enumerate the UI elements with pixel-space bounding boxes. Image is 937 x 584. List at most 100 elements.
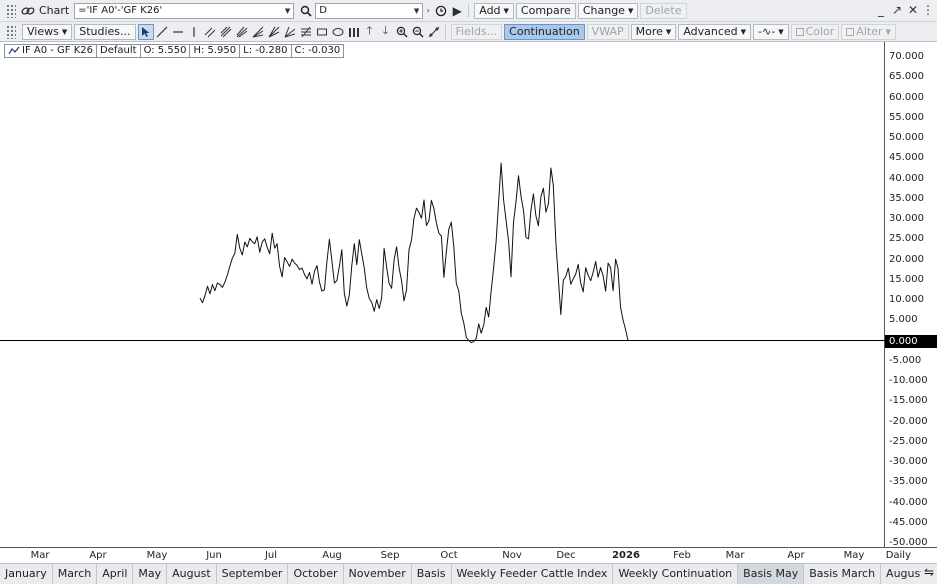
add-button-label: Add [479, 4, 501, 17]
tab-january[interactable]: January [0, 564, 53, 584]
interval-input[interactable]: D ▼ [315, 2, 424, 19]
chart-plot-area[interactable] [0, 42, 885, 547]
chevron-down-icon: ▼ [665, 27, 672, 36]
continuation-button-label: Continuation [509, 25, 580, 38]
tab-scroll-icon[interactable]: ⇋ [921, 565, 937, 579]
tab-august[interactable]: August [167, 564, 217, 584]
tab-may[interactable]: May [133, 564, 168, 584]
arrow-down-icon[interactable]: 🡓 [378, 24, 394, 40]
drag-grip-icon[interactable] [6, 24, 16, 39]
channel-icon[interactable] [218, 24, 234, 40]
x-tick-label: Oct [440, 550, 458, 561]
symbol-input[interactable]: ='IF A0'-'GF K26' ▼ [74, 2, 295, 19]
studies-button-label: Studies... [79, 25, 131, 38]
symbol-input-value[interactable]: ='IF A0'-'GF K26' [78, 5, 283, 16]
tab-october[interactable]: October [288, 564, 344, 584]
compare-button-label: Compare [520, 4, 571, 17]
more-button[interactable]: More ▼ [630, 23, 677, 40]
y-tick-label: 65.000 [889, 71, 924, 83]
chart-toolbar-top: Chart ='IF A0'-'GF K26' ▼ D ▼ › ▶ Add ▼ C… [0, 0, 937, 22]
chevron-down-icon[interactable]: ▼ [285, 7, 290, 15]
price-axis[interactable]: 70.000 65.000 60.000 55.000 50.000 45.000 40.0… [885, 42, 937, 548]
parallel-lines-icon[interactable] [202, 24, 218, 40]
fibonacci-icon[interactable] [298, 24, 314, 40]
zoom-out-icon[interactable] [410, 24, 426, 40]
fan-arcs-icon[interactable] [266, 24, 282, 40]
studies-button[interactable]: Studies... [74, 23, 136, 40]
time-axis[interactable]: Daily Mar Apr May Jun Jul Aug Sep Oct Nov Dec 2026… [0, 547, 937, 563]
cursor-sync-icon[interactable] [426, 24, 442, 40]
legend-open: O: 5.550 [139, 44, 191, 58]
y-tick-label: -20.000 [889, 415, 928, 427]
rectangle-icon[interactable] [314, 24, 330, 40]
compare-button[interactable]: Compare [515, 2, 576, 19]
horizontal-line-icon[interactable] [170, 24, 186, 40]
line-style-button[interactable]: -∿- ▼ [753, 23, 789, 40]
y-tick-label: -15.000 [889, 395, 928, 407]
fields-button[interactable]: Fields... [450, 23, 503, 40]
vwap-button[interactable]: VWAP [586, 23, 629, 40]
last-value-badge: 0.000 [885, 334, 937, 348]
x-tick-label: 2026 [612, 550, 640, 561]
y-tick-label: 55.000 [889, 111, 924, 123]
fan-lines-icon[interactable] [250, 24, 266, 40]
maximize-icon[interactable]: ↗ [890, 3, 904, 17]
drag-grip-icon[interactable] [6, 3, 16, 18]
close-icon[interactable]: ✕ [906, 3, 920, 17]
tab-basis-march[interactable]: Basis March [804, 564, 882, 584]
tab-november[interactable]: November [344, 564, 412, 584]
x-tick-label: Mar [30, 550, 50, 561]
y-tick-label: -25.000 [889, 435, 928, 447]
tab-april[interactable]: April [97, 564, 134, 584]
alter-button[interactable]: Alter ▼ [841, 23, 896, 40]
zoom-in-icon[interactable] [394, 24, 410, 40]
arrow-up-icon[interactable]: 🡑 [362, 24, 378, 40]
chevron-down-icon: ▼ [740, 27, 747, 36]
add-button[interactable]: Add ▼ [474, 2, 514, 19]
tab-weekly-continuation[interactable]: Weekly Continuation [613, 564, 739, 584]
y-tick-label: -45.000 [889, 516, 928, 528]
periodicity-label[interactable]: Daily [886, 550, 911, 561]
x-tick-label: Aug [322, 550, 342, 561]
tab-september[interactable]: September [217, 564, 289, 584]
pointer-icon[interactable] [137, 23, 154, 40]
gann-fan-icon[interactable] [282, 24, 298, 40]
color-button[interactable]: Color [790, 23, 840, 40]
legend-low: L: -0.280 [239, 44, 292, 58]
series-line[interactable] [199, 162, 629, 343]
interval-cycle-icon[interactable]: › [423, 3, 433, 19]
x-tick-label: May [843, 550, 865, 561]
trendline-icon[interactable] [154, 24, 170, 40]
link-icon[interactable] [20, 3, 36, 19]
pitchfork-icon[interactable] [234, 24, 250, 40]
ellipse-icon[interactable] [330, 24, 346, 40]
chevron-down-icon[interactable]: ▼ [414, 7, 419, 15]
x-tick-label: Dec [556, 550, 576, 561]
delete-button-label: Delete [645, 4, 682, 17]
delete-button[interactable]: Delete [640, 2, 687, 19]
x-tick-label: Mar [725, 550, 745, 561]
vertical-line-icon[interactable] [186, 24, 202, 40]
minimize-icon[interactable]: _ [874, 3, 888, 17]
chart-toolbar-bottom: Views ▼ Studies... 🡑 🡓 Fields... Continua… [0, 22, 937, 42]
line-chart-icon [8, 46, 20, 55]
continuation-button[interactable]: Continuation [504, 23, 585, 40]
y-tick-label: 40.000 [889, 172, 924, 184]
legend-symbol[interactable]: IF A0 - GF K26 [4, 44, 98, 58]
change-button-label: Change [582, 4, 625, 17]
clock-icon[interactable] [433, 3, 449, 19]
tab-weekly-feeder-cattle-index[interactable]: Weekly Feeder Cattle Index [452, 564, 614, 584]
toolbar-grip-icon[interactable]: ⋮ [921, 3, 935, 17]
tab-basis-may[interactable]: Basis May [738, 564, 805, 584]
x-tick-label: Feb [673, 550, 691, 561]
change-button[interactable]: Change ▼ [577, 2, 639, 19]
tab-basis[interactable]: Basis [412, 564, 452, 584]
views-button[interactable]: Views ▼ [22, 23, 73, 40]
interval-input-value[interactable]: D [319, 5, 412, 16]
bars-icon[interactable] [346, 24, 362, 40]
price-chart[interactable] [0, 42, 885, 547]
play-icon[interactable]: ▶ [449, 3, 465, 19]
advanced-button[interactable]: Advanced ▼ [678, 23, 752, 40]
search-icon[interactable] [298, 3, 314, 19]
tab-march[interactable]: March [53, 564, 98, 584]
